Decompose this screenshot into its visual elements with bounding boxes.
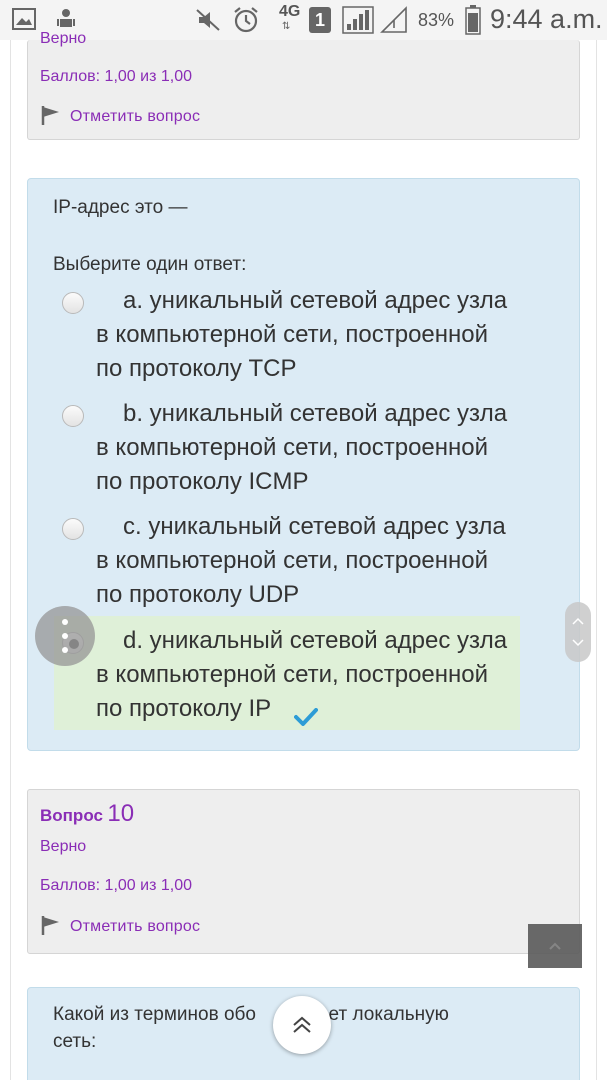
- data-arrows-icon: ⇅: [282, 21, 291, 32]
- clock: 9:44 a.m.: [490, 4, 603, 34]
- question-content: IP-адрес это — Выберите один ответ: a. у…: [27, 178, 580, 751]
- sim-slot-badge: 1: [309, 7, 331, 33]
- flag-icon: [40, 914, 62, 940]
- question-number: Вопрос 10: [40, 800, 135, 827]
- prev-question-status: Верно: [40, 30, 87, 47]
- answer-prompt: Выберите один ответ:: [53, 254, 247, 275]
- status-bar: 4G ⇅ 1 83% 9:44 a.m.: [0, 0, 607, 40]
- double-chevron-up-icon: [293, 1016, 311, 1033]
- question-status: Верно: [40, 838, 87, 855]
- radio-button[interactable]: [62, 292, 84, 314]
- floating-menu-button[interactable]: [35, 606, 95, 666]
- flag-question-label: Отметить вопрос: [70, 108, 201, 125]
- alarm-icon: [232, 6, 260, 34]
- network-type: 4G: [279, 3, 301, 20]
- mute-icon: [195, 8, 221, 32]
- question-text-next-line2: сеть:: [53, 1031, 97, 1052]
- correct-check-icon: [267, 702, 319, 726]
- gallery-icon: [12, 8, 36, 30]
- answer-option-c[interactable]: c. уникальный сетевой адрес узла в компь…: [54, 512, 520, 619]
- question-text: IP-адрес это —: [53, 197, 188, 218]
- page-border-left: [10, 40, 11, 1080]
- flag-question-label: Отметить вопрос: [70, 918, 201, 935]
- answer-option-label: c. уникальный сетевой адрес узла в компь…: [96, 513, 506, 608]
- prev-question-score: Баллов: 1,00 из 1,00: [40, 68, 192, 85]
- scroll-up-button[interactable]: [273, 996, 331, 1054]
- scroll-handle[interactable]: [565, 602, 591, 662]
- answer-option-b[interactable]: b. уникальный сетевой адрес узла в компь…: [54, 399, 520, 506]
- battery-icon: [465, 5, 481, 35]
- question-info: Вопрос 10 Верно Баллов: 1,00 из 1,00 Отм…: [27, 789, 580, 954]
- flag-icon: [40, 104, 62, 130]
- chevron-up-icon: [549, 942, 561, 950]
- flag-question-link[interactable]: Отметить вопрос: [40, 914, 200, 940]
- prev-flag-question-link[interactable]: Отметить вопрос: [40, 104, 200, 130]
- radio-button[interactable]: [62, 405, 84, 427]
- answer-option-a[interactable]: a. уникальный сетевой адрес узла в компь…: [54, 286, 520, 393]
- answer-option-label: a. уникальный сетевой адрес узла в компь…: [96, 287, 508, 382]
- signal-icon: [342, 6, 374, 34]
- back-to-top-button[interactable]: [528, 924, 582, 968]
- radio-button[interactable]: [62, 518, 84, 540]
- no-signal-icon: [380, 6, 408, 34]
- answer-option-d[interactable]: d. уникальный сетевой адрес узла в компь…: [54, 616, 520, 730]
- question-text-next: Какой из терминов обо ает локальную: [53, 1004, 449, 1025]
- question-score: Баллов: 1,00 из 1,00: [40, 877, 192, 894]
- answer-option-label: b. уникальный сетевой адрес узла в компь…: [96, 400, 508, 495]
- prev-question-info: Верно Баллов: 1,00 из 1,00 Отметить вопр…: [27, 30, 580, 140]
- scroll-arrows-icon: [572, 617, 584, 647]
- battery-percent: 83%: [418, 10, 455, 30]
- page-border-right: [596, 40, 597, 1080]
- answer-option-label: d. уникальный сетевой адрес узла в компь…: [96, 627, 508, 726]
